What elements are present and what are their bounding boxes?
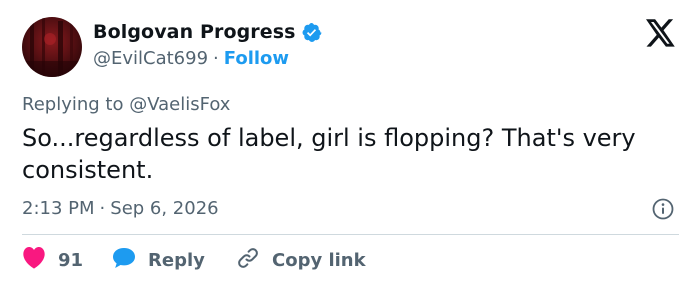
avatar-image bbox=[22, 17, 82, 77]
replying-to: Replying to @VaelisFox bbox=[22, 94, 231, 115]
reply-button[interactable]: Reply bbox=[112, 247, 236, 274]
author-name-row: Bolgovan Progress bbox=[93, 21, 322, 43]
like-button[interactable]: 91 bbox=[22, 246, 112, 274]
follow-button[interactable]: Follow bbox=[224, 48, 289, 69]
author-handle-row: @EvilCat699 · Follow bbox=[93, 48, 289, 69]
copy-link-label: Copy link bbox=[272, 249, 366, 271]
author-handle[interactable]: @EvilCat699 bbox=[93, 48, 208, 69]
author-display-name[interactable]: Bolgovan Progress bbox=[93, 21, 296, 43]
tweet-time[interactable]: 2:13 PM bbox=[22, 198, 95, 219]
like-count: 91 bbox=[58, 249, 84, 271]
verified-badge-icon bbox=[301, 22, 322, 43]
tweet-text: So...regardless of label, girl is floppi… bbox=[22, 124, 636, 184]
link-icon bbox=[236, 246, 260, 275]
copy-link-button[interactable]: Copy link bbox=[236, 246, 366, 275]
avatar[interactable] bbox=[22, 17, 82, 77]
reply-label: Reply bbox=[148, 249, 205, 271]
divider bbox=[22, 234, 679, 235]
tweet-timestamp[interactable]: 2:13 PM · Sep 6, 2026 bbox=[22, 198, 219, 219]
speech-bubble-icon bbox=[112, 247, 136, 274]
tweet-date[interactable]: Sep 6, 2026 bbox=[110, 198, 218, 219]
heart-icon bbox=[22, 246, 46, 274]
action-bar: 91 Reply Copy link bbox=[22, 246, 366, 275]
handle-separator: · bbox=[213, 48, 219, 69]
info-icon[interactable] bbox=[652, 198, 674, 220]
x-logo-icon[interactable] bbox=[646, 19, 676, 47]
timestamp-separator: · bbox=[99, 198, 106, 219]
